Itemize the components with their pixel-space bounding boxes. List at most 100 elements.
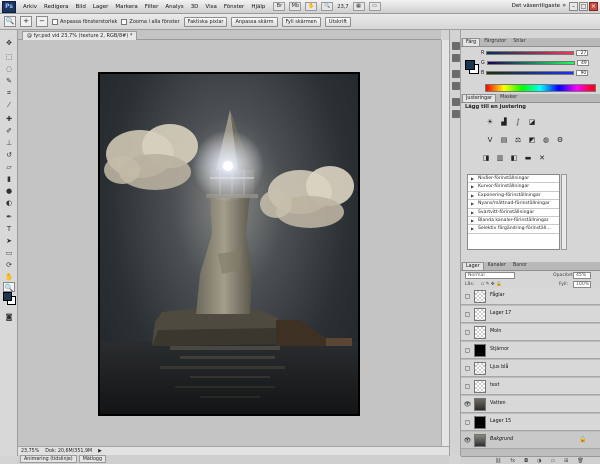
status-arrow-icon[interactable]: ▶: [98, 449, 102, 454]
tab-styles[interactable]: Stilar: [510, 38, 529, 46]
menu-markera[interactable]: Markera: [115, 4, 137, 10]
red-slider[interactable]: [486, 51, 575, 55]
menu-filter[interactable]: Filter: [145, 4, 159, 10]
preset-black-white[interactable]: Svartvitt-förinställningar: [468, 209, 559, 217]
tab-adjustments[interactable]: Justeringar: [462, 94, 497, 102]
menu-hjalp[interactable]: Hjälp: [251, 4, 265, 10]
curves-icon[interactable]: ∫: [513, 118, 523, 127]
blue-value[interactable]: 90: [576, 70, 589, 76]
3d-rotate-tool-icon[interactable]: ⟳: [3, 260, 15, 270]
brush-panel-icon[interactable]: [452, 98, 460, 106]
clone-stamp-tool-icon[interactable]: ⊥: [3, 138, 15, 148]
presets-scrollbar[interactable]: [561, 174, 567, 250]
zoom-all-windows-checkbox[interactable]: Zooma i alla fönster: [121, 18, 180, 25]
mask-icon[interactable]: ◘: [524, 458, 528, 464]
layer-row[interactable]: ▢ Moln: [461, 324, 600, 341]
preset-exposure[interactable]: Exponering-förinställningar: [468, 192, 559, 201]
fill-screen-button[interactable]: Fyll skärmen: [281, 16, 321, 27]
eye-icon[interactable]: 👁: [463, 400, 472, 409]
visibility-toggle[interactable]: ▢: [463, 382, 472, 391]
foreground-color-swatch[interactable]: [3, 292, 12, 301]
visibility-toggle[interactable]: ▢: [463, 346, 472, 355]
hand-tool-icon[interactable]: ✋: [3, 272, 15, 282]
menu-visa[interactable]: Visa: [205, 4, 216, 10]
tab-paths[interactable]: Banor: [510, 262, 530, 270]
adjustment-layer-icon[interactable]: ◑: [537, 458, 541, 464]
resize-windows-checkbox[interactable]: Anpassa fönsterstorlek: [52, 18, 117, 25]
fill-field[interactable]: 100%: [573, 281, 591, 288]
blend-mode-select[interactable]: Normal: [465, 272, 515, 279]
document-size[interactable]: Dok: 20,6M/351,9M: [45, 449, 92, 454]
menu-3d[interactable]: 3D: [191, 4, 199, 10]
link-icon[interactable]: ⛓: [495, 458, 501, 464]
dodge-tool-icon[interactable]: ◐: [3, 198, 15, 208]
shape-tool-icon[interactable]: ▭: [3, 248, 15, 258]
layer-row[interactable]: 👁 Bakgrund 🔒: [461, 432, 600, 449]
quick-select-tool-icon[interactable]: ✎: [3, 76, 15, 86]
zoom-tool-button[interactable]: 🔍: [321, 2, 334, 11]
tab-masks[interactable]: Masker: [497, 94, 520, 102]
healing-brush-tool-icon[interactable]: ✚: [3, 114, 15, 124]
zoom-level[interactable]: 23,7: [337, 4, 348, 10]
document-tab[interactable]: @ fyr.psd vid 23,7% (texture 2, RGB/8#) …: [22, 31, 138, 40]
layer-row[interactable]: ▢ text: [461, 378, 600, 395]
blue-slider[interactable]: [486, 71, 575, 75]
layer-row[interactable]: ▢ Ljus blå: [461, 360, 600, 377]
brightness-icon[interactable]: ☀: [485, 118, 495, 127]
layer-row[interactable]: ▢ Fåglar: [461, 288, 600, 305]
tab-swatches[interactable]: Färgrutor: [481, 38, 509, 46]
vibrance-icon[interactable]: V: [485, 136, 495, 145]
eraser-tool-icon[interactable]: ▱: [3, 162, 15, 172]
green-slider[interactable]: [486, 61, 575, 65]
threshold-icon[interactable]: ◧: [509, 154, 519, 163]
channel-mixer-icon[interactable]: ⚙: [555, 136, 565, 145]
menu-arkiv[interactable]: Arkiv: [23, 4, 37, 10]
vertical-scrollbar[interactable]: [441, 40, 449, 446]
visibility-toggle[interactable]: ▢: [463, 292, 472, 301]
tab-layers[interactable]: Lager: [462, 262, 484, 270]
type-tool-icon[interactable]: T: [3, 224, 15, 234]
layer-row[interactable]: ▢ Lager 17: [461, 306, 600, 323]
menu-redigera[interactable]: Redigera: [44, 4, 68, 10]
exposure-icon[interactable]: ◪: [527, 118, 537, 127]
new-layer-icon[interactable]: ⊞: [564, 458, 568, 464]
photo-filter-icon[interactable]: ◍: [541, 136, 551, 145]
tab-channels[interactable]: Kanaler: [485, 262, 509, 270]
menu-bild[interactable]: Bild: [75, 4, 85, 10]
tab-animation[interactable]: Animering (tidslinje): [20, 455, 77, 463]
invert-icon[interactable]: ◨: [481, 154, 491, 163]
foreground-color-swatch[interactable]: [465, 60, 475, 70]
black-white-icon[interactable]: ◩: [527, 136, 537, 145]
preset-levels[interactable]: Nivåer-förinställningar: [468, 175, 559, 184]
preset-hue-saturation[interactable]: Nyans/mättnad-förinställningar: [468, 200, 559, 209]
zoom-tool-icon[interactable]: 🔍: [3, 282, 15, 292]
selective-color-icon[interactable]: ✕: [537, 154, 547, 163]
character-panel-icon[interactable]: [452, 70, 460, 78]
color-spectrum-bar[interactable]: [485, 84, 596, 92]
hand-tool-button[interactable]: ✋: [305, 2, 318, 11]
eye-icon[interactable]: 👁: [463, 436, 472, 445]
levels-icon[interactable]: ▟: [499, 118, 509, 127]
print-size-button[interactable]: Utskrift: [324, 16, 352, 27]
opacity-field[interactable]: 45%: [573, 272, 591, 279]
gradient-map-icon[interactable]: ▬: [523, 154, 533, 163]
path-selection-tool-icon[interactable]: ➤: [3, 236, 15, 246]
tab-measurement-log[interactable]: Mätlogg: [78, 455, 107, 463]
lasso-tool-icon[interactable]: ◌: [3, 64, 15, 74]
lock-icons[interactable]: ▫ ✎ ✥ 🔒: [481, 282, 502, 287]
checkbox-box[interactable]: [121, 18, 128, 25]
color-balance-icon[interactable]: ⚖: [513, 136, 523, 145]
menu-analys[interactable]: Analys: [165, 4, 183, 10]
move-tool-icon[interactable]: ✥: [3, 38, 15, 48]
screen-mode-button[interactable]: ▭: [368, 2, 381, 11]
actual-pixels-button[interactable]: Faktiska pixlar: [183, 16, 228, 27]
red-value[interactable]: 27: [576, 50, 589, 56]
visibility-toggle[interactable]: ▢: [463, 310, 472, 319]
eyedropper-tool-icon[interactable]: ⁄: [3, 100, 15, 110]
minimize-button[interactable]: –: [569, 2, 578, 11]
zoom-in-icon[interactable]: +: [20, 16, 32, 27]
layer-row[interactable]: 👁 Vatten: [461, 396, 600, 413]
fit-screen-button[interactable]: Anpassa skärm: [231, 16, 278, 27]
visibility-toggle[interactable]: ▢: [463, 364, 472, 373]
menu-lager[interactable]: Lager: [93, 4, 109, 10]
